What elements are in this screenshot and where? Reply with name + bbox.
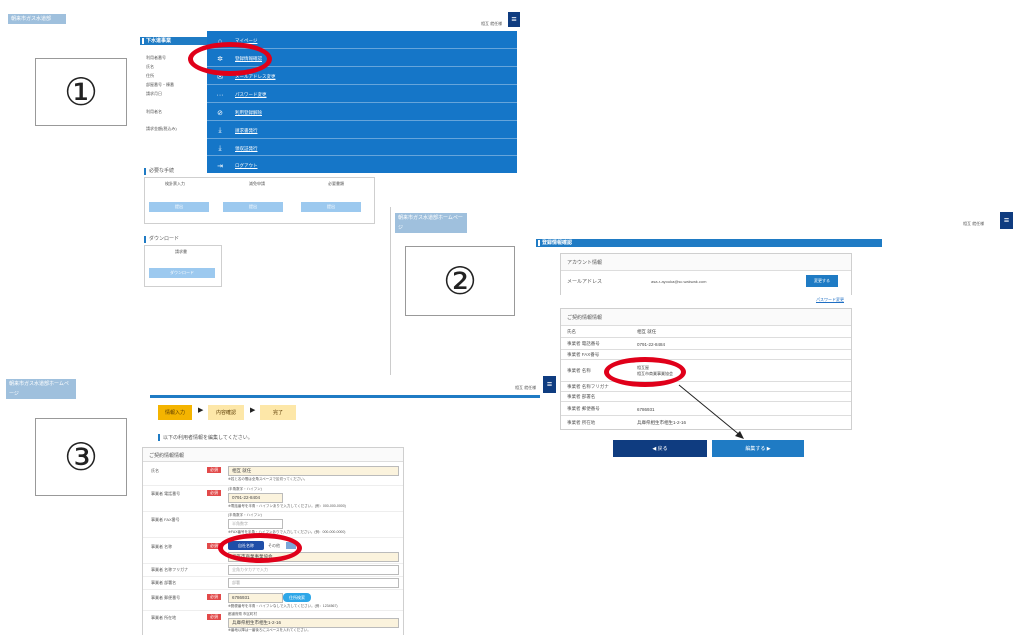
zip-label: 事業者 郵便番号 xyxy=(151,595,181,600)
tel-sublabel: (半角数字・ハイフン) xyxy=(228,487,262,491)
fax-input[interactable]: 半角数字 xyxy=(228,519,283,529)
required-badge: 必須 xyxy=(207,594,221,600)
kana-label: 事業者 名称フリガナ xyxy=(151,567,189,572)
panel3-top-bar xyxy=(150,395,540,398)
tel-hint: ※電話番号を半角・ハイフンありで入力してください。(例：000-000-0000… xyxy=(228,504,346,508)
tel-input[interactable]: 0791-22-8404 xyxy=(228,493,283,503)
addr-input[interactable]: 兵庫県相生市相生1-2-16 xyxy=(228,618,399,628)
panel3-user-name: 相互 就任様 xyxy=(515,385,537,390)
name-label: 氏名 xyxy=(151,468,159,473)
edit-button[interactable]: 編集する ▶ xyxy=(712,440,804,457)
dept-input[interactable]: 部署 xyxy=(228,578,399,588)
zip-input[interactable]: 6786931 xyxy=(228,593,283,603)
dept-label: 事業者 部署名 xyxy=(151,580,177,585)
required-badge: 必須 xyxy=(207,614,221,620)
addr-sublabel: 都道府県 市区町村 xyxy=(228,612,257,616)
highlight-circle-3 xyxy=(218,533,302,563)
company-label: 事業者 名称 xyxy=(151,544,173,549)
edit-instruction: 以下の利用者情報を編集してください。 xyxy=(158,434,253,441)
step-confirm: 内容確認 xyxy=(208,405,244,420)
step-complete: 完了 xyxy=(260,405,296,420)
kana-input[interactable]: 全角カタカナで入力 xyxy=(228,565,399,575)
required-badge: 必須 xyxy=(207,467,221,473)
zip-hint: ※郵便番号を半角・ハイフンなしで入力してください。(例：1234567) xyxy=(228,604,338,608)
required-badge: 必須 xyxy=(207,490,221,496)
name-input[interactable]: 相互 就任 xyxy=(228,466,399,476)
addr-hint: ※番地以降は一番後ろにスペースを入れてください。 xyxy=(228,628,311,632)
step-input: 情報入力 xyxy=(158,405,192,420)
name-hint: ※姓と名の間は全角スペースで区切ってください。 xyxy=(228,477,308,481)
form-section-title: ご契約情報情報 xyxy=(149,453,185,459)
addr-label: 事業者 所在地 xyxy=(151,615,177,620)
step-arrow-icon: ▶ xyxy=(198,407,204,414)
menu-icon: ≡ xyxy=(546,379,553,389)
fax-sublabel: (半角数字・ハイフン) xyxy=(228,513,262,517)
step-arrow-icon: ▶ xyxy=(250,407,256,414)
panel3-logo[interactable]: 朝来市ガス水道部ホームページ xyxy=(6,379,76,399)
tel-label: 事業者 電話番号 xyxy=(151,491,181,496)
panel3-menu-toggle[interactable]: ≡ xyxy=(543,376,556,393)
address-search-button[interactable]: 住所検索 xyxy=(283,593,311,602)
panel3-step-number: ③ xyxy=(35,418,127,496)
fax-label: 事業者 FAX番号 xyxy=(151,517,180,522)
back-button[interactable]: ◀ 戻る xyxy=(613,440,707,457)
